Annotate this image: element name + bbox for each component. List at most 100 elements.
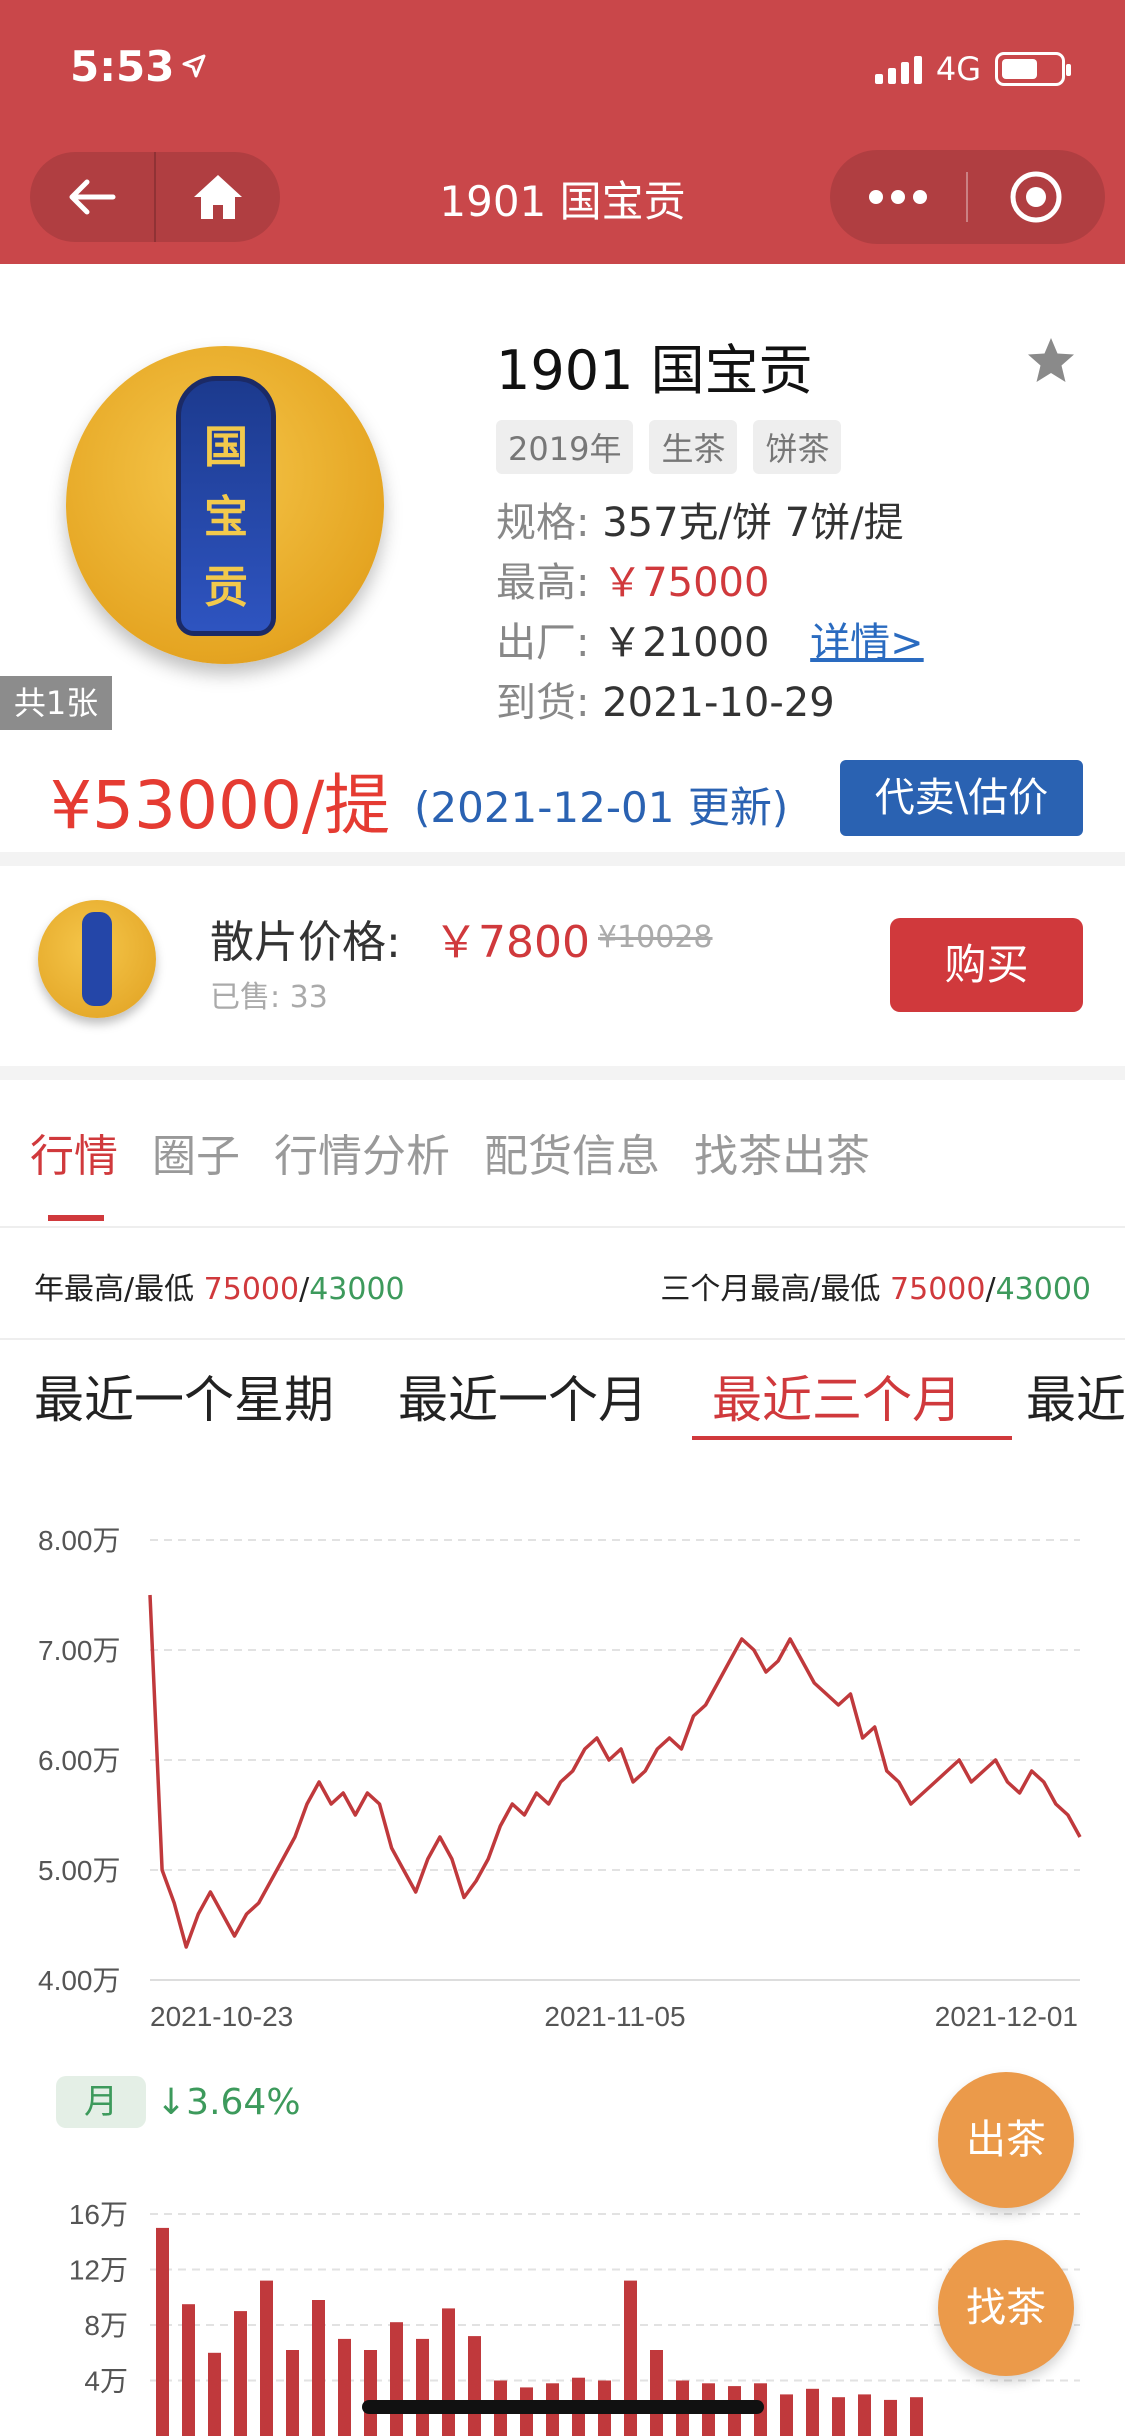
image-count-badge: 共1张 xyxy=(0,676,112,730)
period-three-months[interactable]: 最近三个月 xyxy=(712,1360,962,1432)
price-line-chart: 8.00万 7.00万 6.00万 5.00万 4.00万 2021-10-23 2021-… xyxy=(38,1525,1082,2032)
volume-bar xyxy=(208,2352,221,2436)
arrival-value: 2021-10-29 xyxy=(602,680,835,726)
active-tab-indicator xyxy=(48,1215,104,1221)
product-tags: 2019年 生茶 饼茶 xyxy=(496,420,842,474)
location-arrow-icon xyxy=(182,54,206,78)
tab-circle[interactable]: 圈子 xyxy=(152,1120,240,1184)
y-tick-label: 7.00万 xyxy=(38,1635,121,1666)
quarter-high-low: 三个月最高/最低 75000/43000 xyxy=(660,1264,1091,1308)
price-update-note: (2021-12-01 更新) xyxy=(414,783,789,832)
volume-bar xyxy=(832,2397,845,2436)
product-name: 1901 国宝贡 xyxy=(496,339,813,402)
period-week[interactable]: 最近一个星期 xyxy=(34,1360,334,1432)
period-tabs: 最近一个星期 最近一个月 最近三个月 最近 xyxy=(34,1360,1125,1432)
divider xyxy=(0,1338,1125,1340)
piece-price: ￥7800 xyxy=(434,917,590,968)
divider xyxy=(0,1226,1125,1228)
volume-bar xyxy=(416,2338,429,2436)
volume-bar xyxy=(156,2227,169,2436)
tag-type: 生茶 xyxy=(649,420,738,474)
navigation-header: 5:53 4G 1901 国宝贡 xyxy=(0,0,1125,264)
tab-analysis[interactable]: 行情分析 xyxy=(274,1120,450,1184)
y-tick-label: 16万 xyxy=(69,2199,128,2230)
consign-estimate-button[interactable]: 代卖\估价 xyxy=(840,760,1083,836)
arrival-label: 到货: xyxy=(496,680,590,726)
tab-market[interactable]: 行情 xyxy=(30,1120,118,1184)
volume-bar xyxy=(858,2394,871,2436)
volume-bar xyxy=(364,2350,377,2436)
y-tick-label: 8万 xyxy=(84,2310,128,2341)
spec-row: 规格: 357克/饼 7饼/提 xyxy=(496,490,904,548)
home-indicator xyxy=(362,2400,764,2414)
piece-price-label: 散片价格: xyxy=(210,917,401,968)
x-tick-label: 2021-10-23 xyxy=(150,2001,293,2032)
more-menu-button[interactable] xyxy=(830,150,966,244)
volume-bar xyxy=(182,2304,195,2436)
volume-bar xyxy=(650,2350,663,2436)
y-tick-label: 6.00万 xyxy=(38,1745,121,1776)
factory-value: ￥21000 xyxy=(602,620,770,666)
monthly-change: ↓3.64% xyxy=(156,2082,301,2123)
volume-bar xyxy=(806,2388,819,2436)
volume-bar xyxy=(338,2338,351,2436)
signal-icon xyxy=(874,54,922,84)
network-label: 4G xyxy=(935,50,981,88)
section-separator xyxy=(0,852,1125,866)
separator: / xyxy=(299,1272,310,1307)
product-image[interactable]: 国宝贡 xyxy=(66,346,384,664)
sold-count: 已售: 33 xyxy=(210,980,328,1015)
tab-find-tea[interactable]: 找茶出茶 xyxy=(694,1120,870,1184)
status-indicators: 4G xyxy=(874,50,1071,88)
sell-tea-button[interactable]: 出茶 xyxy=(938,2072,1074,2208)
volume-bar xyxy=(260,2280,273,2436)
status-time: 5:53 xyxy=(70,42,175,91)
piece-image xyxy=(38,900,156,1018)
detail-link[interactable]: 详情> xyxy=(810,620,924,666)
battery-icon xyxy=(995,52,1071,86)
tab-distribution[interactable]: 配货信息 xyxy=(484,1120,660,1184)
close-miniprogram-button[interactable] xyxy=(968,150,1104,244)
volume-bar xyxy=(884,2399,897,2436)
volume-bar xyxy=(442,2308,455,2436)
more-dots-icon xyxy=(869,190,927,204)
buy-button[interactable]: 购买 xyxy=(890,918,1083,1012)
favorite-star-icon[interactable] xyxy=(1025,336,1077,386)
year-high: 75000 xyxy=(203,1272,300,1307)
factory-row: 出厂: ￥21000 详情> xyxy=(496,610,924,668)
quarter-label: 三个月最高/最低 xyxy=(660,1272,881,1307)
volume-bar xyxy=(312,2300,325,2436)
highest-label: 最高: xyxy=(496,560,590,606)
highest-value: ￥75000 xyxy=(602,560,770,606)
spec-value: 357克/饼 7饼/提 xyxy=(602,500,904,546)
quarter-low: 43000 xyxy=(995,1272,1091,1307)
find-tea-button[interactable]: 找茶 xyxy=(938,2240,1074,2376)
y-tick-label: 12万 xyxy=(69,2255,128,2286)
volume-bar xyxy=(780,2394,793,2436)
x-tick-label: 2021-11-05 xyxy=(544,2001,685,2032)
x-tick-label: 2021-12-01 xyxy=(935,2001,1078,2032)
monthly-badge: 月 xyxy=(56,2076,146,2128)
year-low: 43000 xyxy=(309,1272,405,1307)
volume-bar xyxy=(390,2322,403,2436)
separator: / xyxy=(985,1272,996,1307)
tag-year: 2019年 xyxy=(496,420,634,474)
content-tabs: 行情 圈子 行情分析 配货信息 找茶出茶 xyxy=(30,1120,870,1184)
quarter-high: 75000 xyxy=(890,1272,986,1307)
section-separator xyxy=(0,1066,1125,1080)
year-label: 年最高/最低 xyxy=(34,1272,195,1307)
spec-label: 规格: xyxy=(496,500,590,546)
year-high-low: 年最高/最低 75000/43000 xyxy=(34,1264,405,1308)
arrival-row: 到货: 2021-10-29 xyxy=(496,670,835,728)
y-tick-label: 4万 xyxy=(84,2366,128,2397)
volume-bar xyxy=(286,2350,299,2436)
period-month[interactable]: 最近一个月 xyxy=(398,1360,648,1432)
piece-original-price: ¥10028 xyxy=(598,920,713,955)
factory-label: 出厂: xyxy=(496,620,590,666)
tag-form: 饼茶 xyxy=(753,420,842,474)
current-price: ¥53000/提 xyxy=(50,767,391,844)
highest-row: 最高: ￥75000 xyxy=(496,550,769,608)
period-more[interactable]: 最近 xyxy=(1026,1360,1125,1432)
volume-bar xyxy=(234,2311,247,2436)
price-series-line xyxy=(148,1594,1082,1949)
